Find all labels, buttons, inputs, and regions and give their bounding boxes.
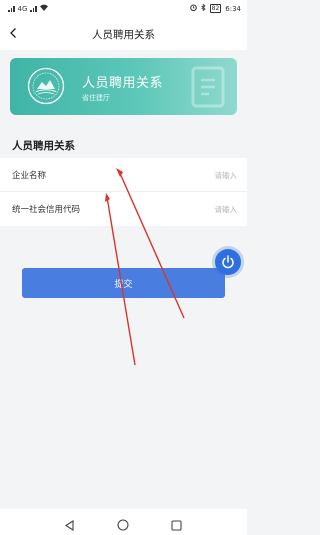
page-title: 人员聘用关系	[92, 29, 155, 41]
banner-subtitle: 省住建厅	[82, 94, 110, 102]
nav-bar: 人员聘用关系	[0, 18, 247, 50]
battery-level: 82	[209, 4, 222, 13]
network-type: 4G	[17, 4, 28, 13]
wifi-icon	[39, 4, 48, 13]
signal-icon-2	[30, 5, 37, 12]
home-circle-icon[interactable]	[117, 516, 129, 535]
status-left: 4G	[8, 4, 48, 13]
credit-code-row: 统一社会信用代码	[0, 192, 247, 226]
banner-title: 人员聘用关系	[82, 76, 164, 91]
back-triangle-icon[interactable]	[64, 516, 75, 535]
submit-button[interactable]: 提交	[22, 268, 225, 298]
company-name-row: 企业名称	[0, 158, 247, 192]
clock: 6:34	[225, 4, 241, 13]
bluetooth-icon	[200, 3, 206, 13]
credit-code-input[interactable]	[127, 201, 237, 217]
company-name-input[interactable]	[127, 167, 237, 183]
employment-form: 企业名称 统一社会信用代码	[0, 158, 247, 226]
banner: 人员聘用关系 省住建厅	[10, 58, 237, 115]
power-icon	[222, 255, 234, 269]
recent-square-icon[interactable]	[171, 516, 182, 535]
power-button[interactable]	[215, 249, 241, 275]
document-decoration-icon	[187, 64, 229, 110]
company-name-label: 企业名称	[12, 171, 47, 181]
status-right: 82 6:34	[189, 3, 241, 13]
credit-code-label: 统一社会信用代码	[12, 205, 81, 215]
section-title: 人员聘用关系	[12, 140, 75, 152]
alarm-icon	[189, 4, 197, 13]
system-nav-bar	[0, 509, 247, 535]
signal-icon	[8, 5, 15, 12]
seal-logo-icon	[27, 67, 65, 105]
status-bar: 4G 82 6:34	[0, 0, 247, 18]
